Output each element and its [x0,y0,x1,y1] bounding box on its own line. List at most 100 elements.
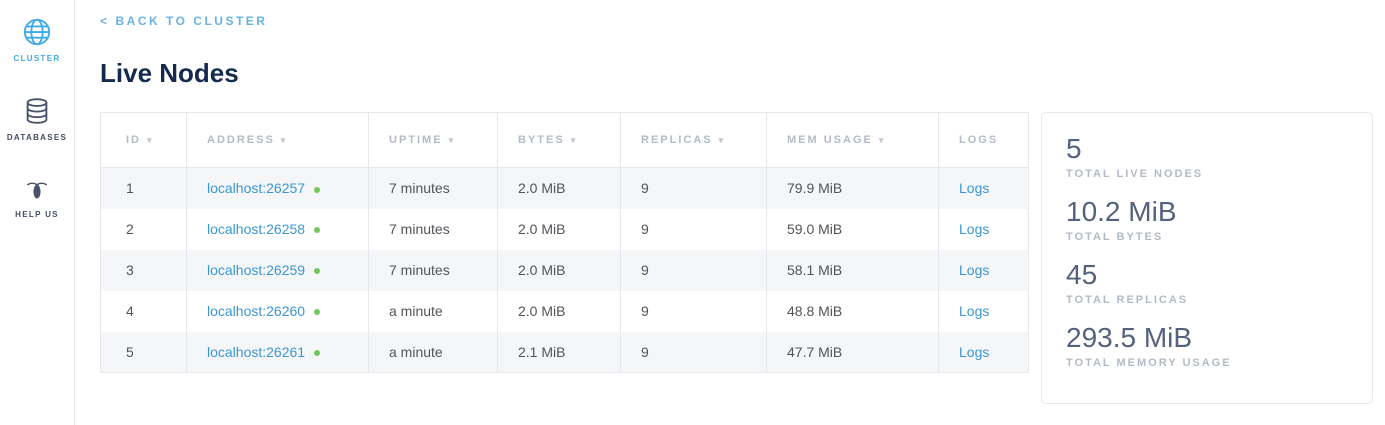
column-header-id[interactable]: ID▾ [101,113,187,168]
sidebar-item-label: HELP US [15,210,59,219]
live-status-dot [314,268,320,274]
sidebar-item-help-us[interactable]: HELP US [0,175,74,219]
node-replicas-cell: 9 [621,168,767,209]
node-replicas-cell: 9 [621,250,767,291]
table-row: 4 localhost:26260 a minute 2.0 MiB 9 48.… [101,291,1029,332]
column-header-mem-usage[interactable]: MEM USAGE▾ [767,113,939,168]
node-logs-cell: Logs [939,209,1029,250]
stat-total-memory-usage: 293.5 MiB TOTAL MEMORY USAGE [1066,321,1348,369]
table-header-row: ID▾ ADDRESS▾ UPTIME▾ BYTES▾ REPLICAS▾ ME… [101,113,1029,168]
page-title: Live Nodes [100,57,1373,89]
logs-link[interactable]: Logs [959,221,989,237]
node-address-link[interactable]: localhost:26258 [207,221,305,237]
sidebar-item-label: DATABASES [7,133,67,142]
table-row: 3 localhost:26259 7 minutes 2.0 MiB 9 58… [101,250,1029,291]
node-id-cell: 4 [101,291,187,332]
logs-link[interactable]: Logs [959,303,989,319]
sort-arrow-icon: ▾ [571,135,578,145]
table-row: 2 localhost:26258 7 minutes 2.0 MiB 9 59… [101,209,1029,250]
node-uptime-cell: 7 minutes [369,250,498,291]
content-row: ID▾ ADDRESS▾ UPTIME▾ BYTES▾ REPLICAS▾ ME… [100,112,1373,404]
column-header-address[interactable]: ADDRESS▾ [187,113,369,168]
back-link-label: BACK TO CLUSTER [116,14,268,28]
node-replicas-cell: 9 [621,209,767,250]
stat-total-live-nodes: 5 TOTAL LIVE NODES [1066,132,1348,180]
node-id-cell: 2 [101,209,187,250]
node-bytes-cell: 2.0 MiB [498,168,621,209]
stat-value: 10.2 MiB [1066,195,1348,229]
logs-link[interactable]: Logs [959,262,989,278]
live-status-dot [314,227,320,233]
node-uptime-cell: 7 minutes [369,209,498,250]
live-status-dot [314,187,320,193]
node-logs-cell: Logs [939,332,1029,373]
chevron-left-icon: < [100,14,110,28]
stat-value: 5 [1066,132,1348,166]
node-uptime-cell: 7 minutes [369,168,498,209]
live-status-dot [314,309,320,315]
sidebar-item-label: CLUSTER [14,54,61,63]
stat-value: 293.5 MiB [1066,321,1348,355]
node-mem-usage-cell: 79.9 MiB [767,168,939,209]
back-to-cluster-link[interactable]: < BACK TO CLUSTER [100,14,267,28]
node-replicas-cell: 9 [621,291,767,332]
live-nodes-table: ID▾ ADDRESS▾ UPTIME▾ BYTES▾ REPLICAS▾ ME… [100,112,1029,373]
node-mem-usage-cell: 48.8 MiB [767,291,939,332]
logs-link[interactable]: Logs [959,344,989,360]
node-replicas-cell: 9 [621,332,767,373]
logs-link[interactable]: Logs [959,180,989,196]
summary-panel: 5 TOTAL LIVE NODES 10.2 MiB TOTAL BYTES … [1041,112,1373,404]
node-address-link[interactable]: localhost:26257 [207,180,305,196]
column-header-replicas[interactable]: REPLICAS▾ [621,113,767,168]
node-id-cell: 3 [101,250,187,291]
stat-label: TOTAL REPLICAS [1066,294,1348,306]
stat-total-replicas: 45 TOTAL REPLICAS [1066,258,1348,306]
sidebar-item-cluster[interactable]: CLUSTER [0,17,74,63]
bug-icon [23,175,51,203]
sort-arrow-icon: ▾ [281,135,288,145]
sidebar: CLUSTER DATABASES HELP US [0,0,75,425]
main-content: < BACK TO CLUSTER Live Nodes ID▾ ADDRESS▾… [75,0,1385,425]
node-logs-cell: Logs [939,250,1029,291]
stat-label: TOTAL LIVE NODES [1066,168,1348,180]
live-status-dot [314,350,320,356]
globe-icon [22,17,52,47]
node-bytes-cell: 2.0 MiB [498,209,621,250]
node-address-link[interactable]: localhost:26261 [207,344,305,360]
stat-label: TOTAL BYTES [1066,231,1348,243]
databases-icon [22,96,52,126]
node-bytes-cell: 2.1 MiB [498,332,621,373]
table-row: 5 localhost:26261 a minute 2.1 MiB 9 47.… [101,332,1029,373]
node-address-cell: localhost:26259 [187,250,369,291]
table-row: 1 localhost:26257 7 minutes 2.0 MiB 9 79… [101,168,1029,209]
node-logs-cell: Logs [939,291,1029,332]
node-mem-usage-cell: 47.7 MiB [767,332,939,373]
node-address-cell: localhost:26258 [187,209,369,250]
node-address-link[interactable]: localhost:26260 [207,303,305,319]
app-window: CLUSTER DATABASES HELP US < BACK TO CLUST… [0,0,1385,425]
node-bytes-cell: 2.0 MiB [498,291,621,332]
stat-label: TOTAL MEMORY USAGE [1066,357,1348,369]
node-address-cell: localhost:26257 [187,168,369,209]
column-header-logs: LOGS [939,113,1029,168]
column-header-bytes[interactable]: BYTES▾ [498,113,621,168]
node-uptime-cell: a minute [369,332,498,373]
node-id-cell: 5 [101,332,187,373]
node-uptime-cell: a minute [369,291,498,332]
node-bytes-cell: 2.0 MiB [498,250,621,291]
node-mem-usage-cell: 58.1 MiB [767,250,939,291]
node-logs-cell: Logs [939,168,1029,209]
stat-total-bytes: 10.2 MiB TOTAL BYTES [1066,195,1348,243]
column-header-uptime[interactable]: UPTIME▾ [369,113,498,168]
sort-arrow-icon: ▾ [719,135,726,145]
sort-arrow-icon: ▾ [449,135,456,145]
node-address-link[interactable]: localhost:26259 [207,262,305,278]
sort-arrow-icon: ▾ [879,135,886,145]
node-address-cell: localhost:26260 [187,291,369,332]
node-id-cell: 1 [101,168,187,209]
stat-value: 45 [1066,258,1348,292]
node-mem-usage-cell: 59.0 MiB [767,209,939,250]
sidebar-item-databases[interactable]: DATABASES [0,96,74,142]
node-address-cell: localhost:26261 [187,332,369,373]
sort-arrow-icon: ▾ [147,135,154,145]
